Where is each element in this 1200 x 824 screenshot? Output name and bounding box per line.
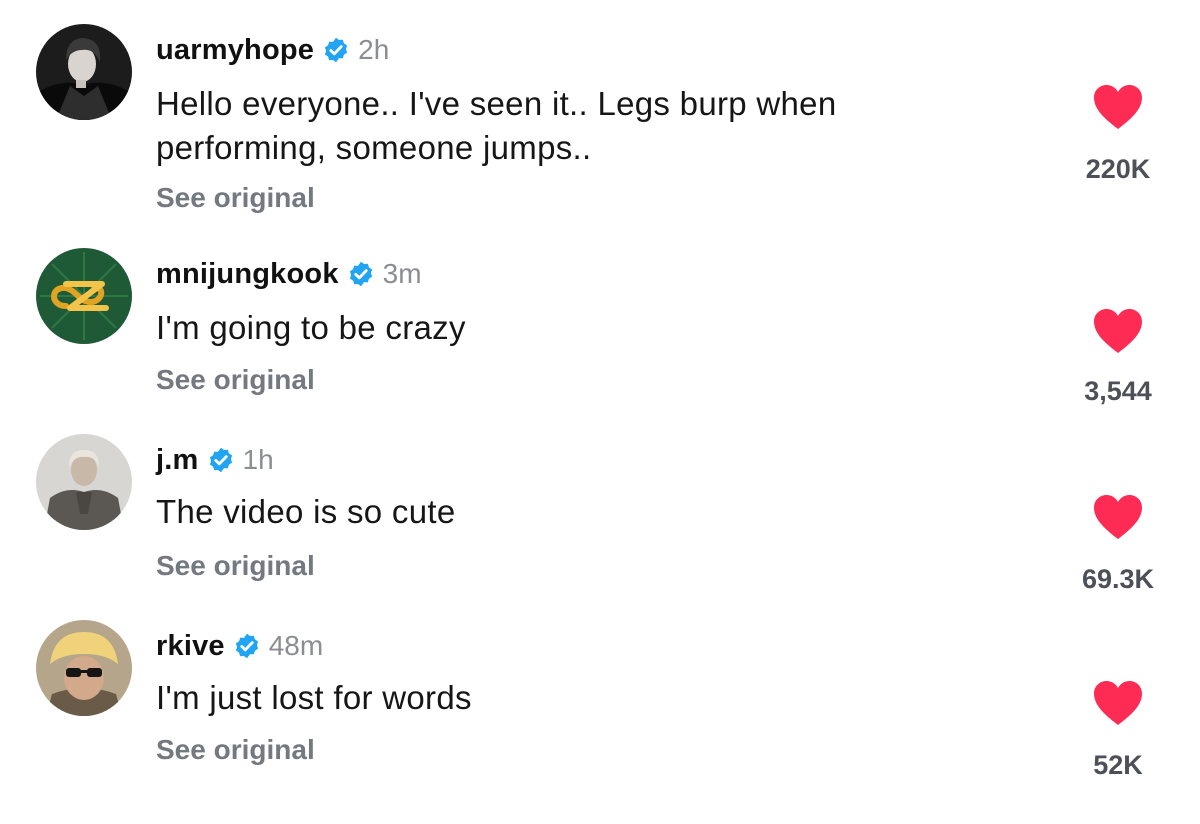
user-avatar-icon bbox=[36, 620, 132, 716]
comment-time: 2h bbox=[358, 34, 390, 65]
comment-time: 3m bbox=[382, 258, 422, 289]
comment-item: mnijungkook 3m I'm going to be crazy See… bbox=[0, 230, 1200, 420]
like-section: 69.3K bbox=[1068, 494, 1168, 604]
see-original-link[interactable]: See original bbox=[156, 550, 315, 582]
like-count: 52K bbox=[1093, 750, 1143, 780]
comment-time: 1h bbox=[242, 444, 274, 475]
comment-text: I'm just lost for words bbox=[156, 679, 472, 716]
verified-badge-icon bbox=[347, 260, 375, 288]
heart-icon[interactable] bbox=[1093, 494, 1143, 540]
username[interactable]: uarmyhope bbox=[156, 34, 314, 67]
like-section: 52K bbox=[1068, 680, 1168, 790]
user-avatar-icon bbox=[36, 248, 132, 344]
see-original-link[interactable]: See original bbox=[156, 734, 315, 766]
comment-text: The video is so cute bbox=[156, 493, 456, 530]
like-count: 3,544 bbox=[1084, 376, 1152, 406]
see-original-link[interactable]: See original bbox=[156, 182, 315, 214]
see-original-link[interactable]: See original bbox=[156, 364, 315, 396]
like-count: 220K bbox=[1085, 154, 1151, 184]
comment-time: 48m bbox=[268, 630, 324, 661]
heart-icon[interactable] bbox=[1093, 680, 1143, 726]
user-avatar-icon bbox=[36, 434, 132, 530]
avatar[interactable] bbox=[36, 24, 132, 120]
verified-badge-icon bbox=[322, 36, 350, 64]
heart-icon[interactable] bbox=[1093, 84, 1143, 130]
username[interactable]: j.m bbox=[156, 444, 199, 477]
verified-badge-icon bbox=[233, 632, 261, 660]
avatar[interactable] bbox=[36, 434, 132, 530]
comment-meta: mnijungkook 3m bbox=[156, 254, 422, 294]
comment-meta: uarmyhope 2h bbox=[156, 30, 389, 70]
comment-text: Hello everyone.. I've seen it.. Legs bur… bbox=[156, 85, 837, 166]
comment-item: uarmyhope 2h Hello everyone.. I've seen … bbox=[0, 0, 1200, 230]
comment-meta: j.m 1h bbox=[156, 440, 274, 480]
avatar[interactable] bbox=[36, 248, 132, 344]
comment-meta: rkive 48m bbox=[156, 626, 323, 666]
like-section: 220K bbox=[1068, 84, 1168, 194]
comment-item: j.m 1h The video is so cute See original… bbox=[0, 420, 1200, 610]
comment-item: rkive 48m I'm just lost for words See or… bbox=[0, 610, 1200, 824]
like-section: 3,544 bbox=[1068, 308, 1168, 418]
username[interactable]: mnijungkook bbox=[156, 258, 339, 291]
comment-text: I'm going to be crazy bbox=[156, 309, 466, 346]
like-count: 69.3K bbox=[1081, 564, 1155, 594]
user-avatar-icon bbox=[36, 24, 132, 120]
verified-badge-icon bbox=[207, 446, 235, 474]
avatar[interactable] bbox=[36, 620, 132, 716]
heart-icon[interactable] bbox=[1093, 308, 1143, 354]
username[interactable]: rkive bbox=[156, 630, 225, 663]
